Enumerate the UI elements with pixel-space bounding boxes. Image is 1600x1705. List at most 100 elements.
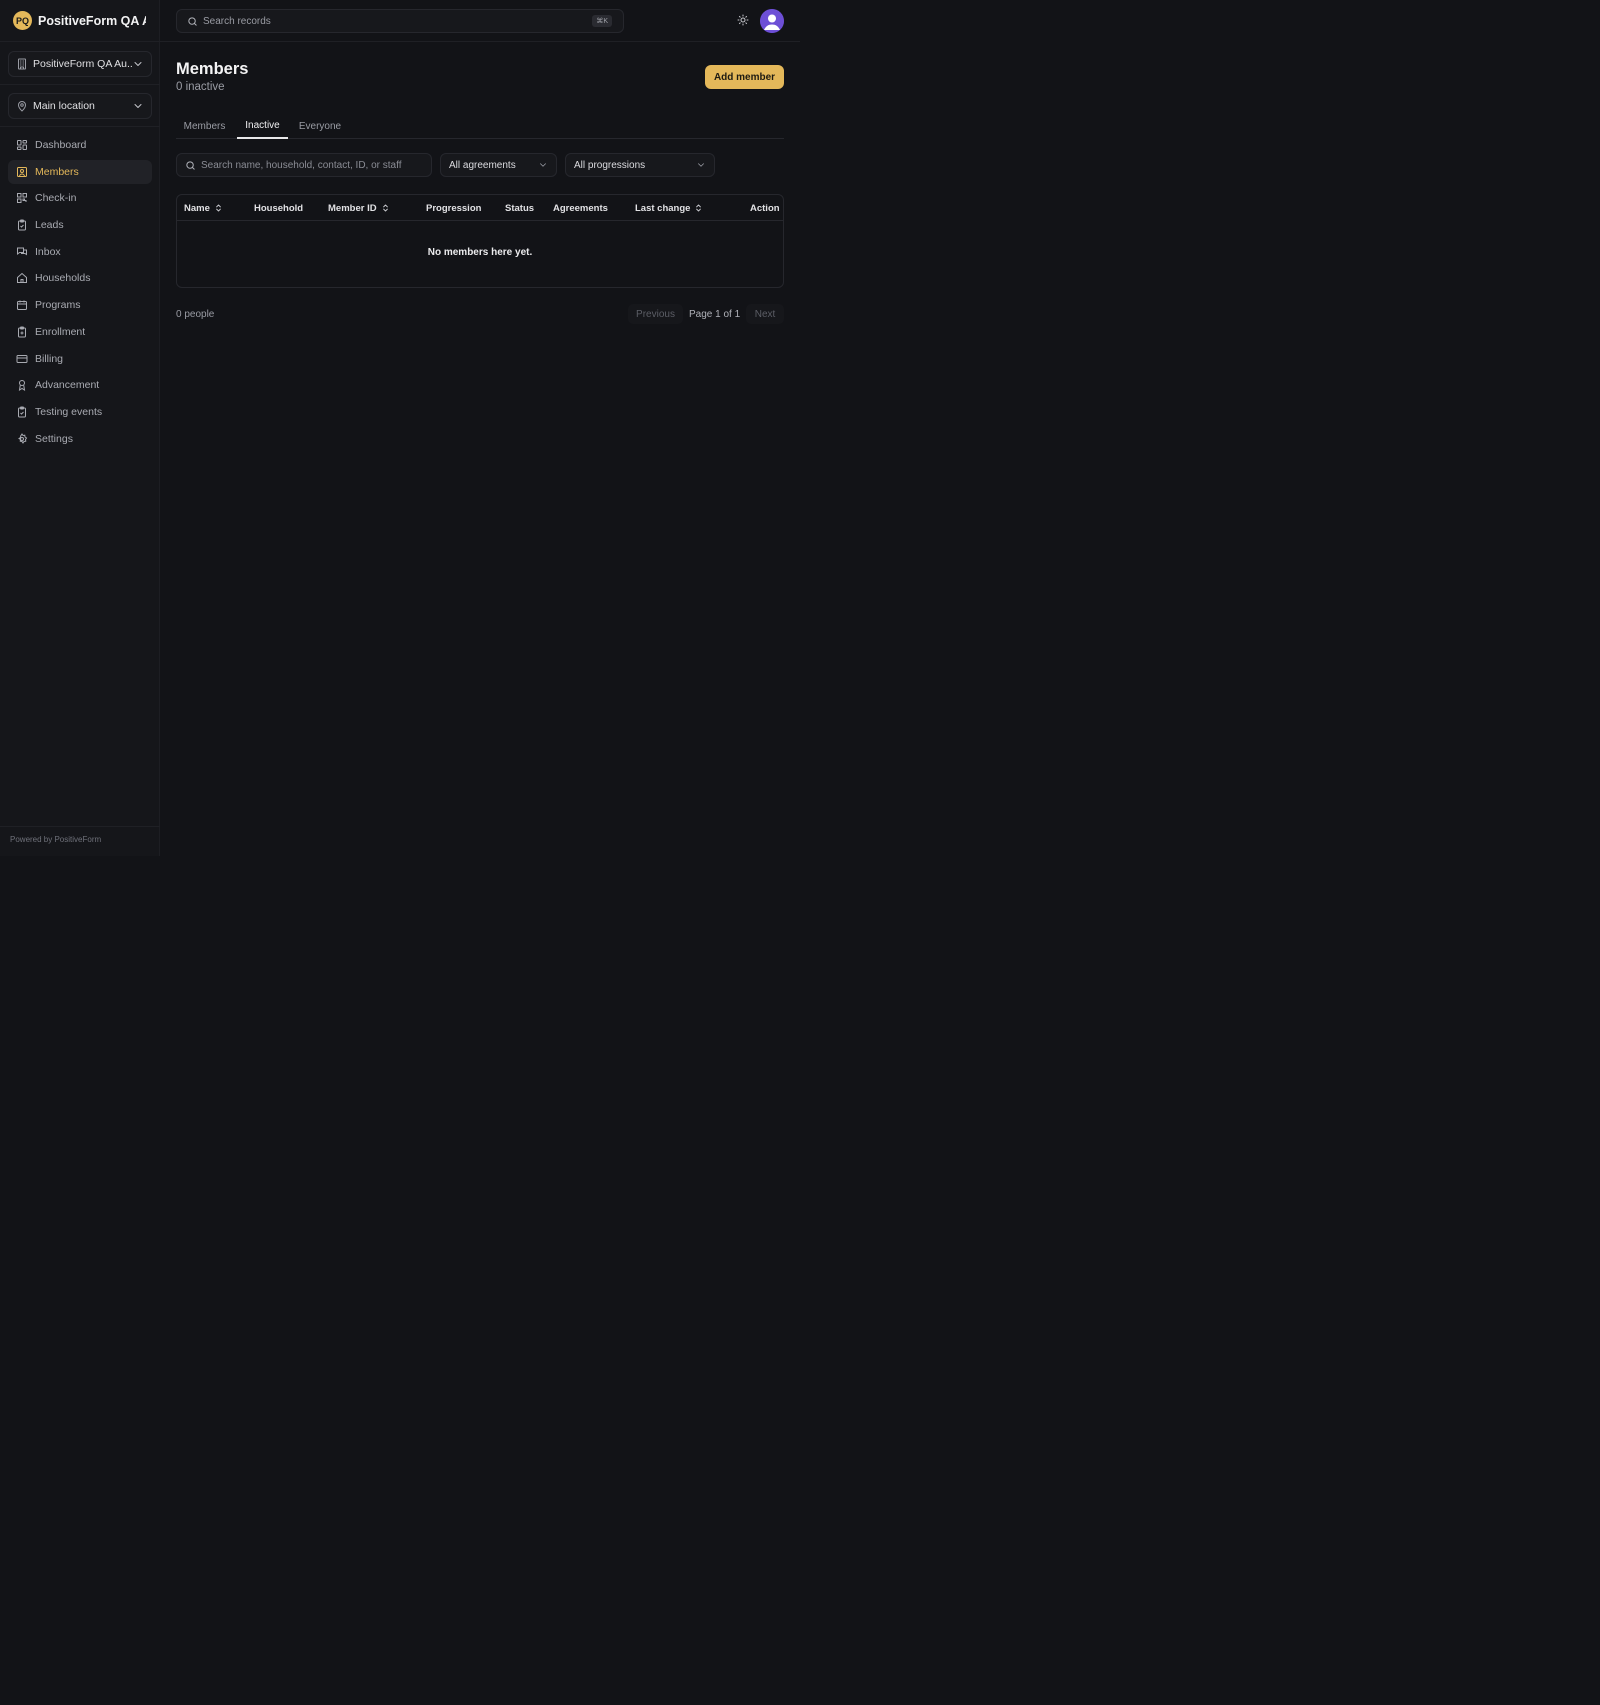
- home-icon: [16, 272, 28, 284]
- user-icon: [760, 9, 784, 33]
- column-label: Name: [184, 202, 210, 214]
- agreements-filter-dropdown[interactable]: All agreements: [440, 153, 557, 177]
- tab-members[interactable]: Members: [176, 114, 233, 139]
- sort-icon[interactable]: [381, 203, 390, 213]
- table-header: Name Household Member ID Progression Sta…: [177, 195, 783, 221]
- sidebar-item-label: Settings: [35, 432, 73, 445]
- map-pin-icon: [16, 100, 28, 112]
- column-header-agreements: Agreements: [553, 195, 608, 221]
- sidebar-item-label: Testing events: [35, 405, 103, 418]
- page-subtitle: 0 inactive: [176, 81, 225, 93]
- app: PQ PositiveForm QA A... PositiveForm QA …: [0, 0, 1600, 1705]
- sidebar-item-members[interactable]: Members: [8, 159, 152, 184]
- sun-icon[interactable]: [737, 14, 749, 26]
- clipboard-icon: [16, 219, 28, 231]
- next-page-button[interactable]: Next: [746, 304, 784, 324]
- sidebar-item-enrollment[interactable]: Enrollment: [8, 320, 152, 344]
- keyboard-shortcut-badge: ⌘K: [592, 15, 612, 27]
- chat-icon: [16, 246, 28, 258]
- global-search-placeholder: Search records: [203, 15, 271, 27]
- qr-code-icon: [16, 192, 28, 204]
- search-icon: [185, 160, 196, 171]
- sidebar-item-label: Advancement: [35, 379, 100, 392]
- sidebar-item-label: Dashboard: [35, 139, 87, 151]
- sort-icon[interactable]: [694, 203, 703, 213]
- sidebar-item-programs[interactable]: Programs: [8, 293, 152, 317]
- sidebar-item-label: Households: [35, 272, 91, 285]
- award-icon: [16, 379, 28, 392]
- chevron-down-icon: [132, 58, 144, 70]
- sidebar-item-settings[interactable]: Settings: [8, 427, 152, 451]
- gear-icon: [16, 432, 28, 445]
- progressions-filter-dropdown[interactable]: All progressions: [565, 153, 715, 177]
- sidebar-item-label: Inbox: [35, 245, 61, 258]
- column-header-member-id[interactable]: Member ID: [328, 195, 390, 221]
- column-header-last-change[interactable]: Last change: [635, 195, 703, 221]
- tab-inactive[interactable]: Inactive: [237, 114, 288, 139]
- sidebar-item-advancement[interactable]: Advancement: [8, 373, 152, 397]
- column-header-name[interactable]: Name: [184, 195, 223, 221]
- column-label: Household: [254, 202, 304, 214]
- page-title: Members: [176, 60, 249, 78]
- agreements-filter-value: All agreements: [449, 159, 516, 171]
- column-header-status: Status: [505, 195, 534, 221]
- sidebar-item-label: Enrollment: [35, 325, 86, 338]
- add-member-button[interactable]: Add member: [705, 65, 784, 89]
- empty-state-message: No members here yet.: [427, 247, 533, 258]
- powered-by: Powered by PositiveForm: [0, 826, 160, 844]
- sidebar-item-testing-events[interactable]: Testing events: [8, 400, 152, 424]
- calendar-icon: [16, 299, 28, 311]
- dashboard-icon: [16, 139, 28, 151]
- column-label: Status: [505, 202, 535, 214]
- location-selector-value: Main location: [33, 100, 95, 112]
- column-label: Last change: [635, 202, 691, 214]
- chevron-down-icon: [538, 160, 548, 170]
- brand[interactable]: PQ PositiveForm QA A...: [0, 0, 160, 42]
- location-selector[interactable]: Main location: [8, 93, 152, 119]
- topbar: Search records ⌘K: [160, 0, 800, 42]
- sidebar-divider: [0, 84, 160, 85]
- column-label: Action: [750, 202, 780, 214]
- clipboard-check-icon: [16, 406, 28, 418]
- brand-name: PositiveForm QA A...: [38, 13, 146, 28]
- sort-icon[interactable]: [214, 203, 223, 213]
- building-icon: [16, 58, 28, 70]
- sidebar-item-leads[interactable]: Leads: [8, 213, 152, 237]
- column-label: Progression: [426, 202, 482, 214]
- search-icon: [187, 16, 198, 27]
- sidebar-item-check-in[interactable]: Check-in: [8, 186, 152, 210]
- chevron-down-icon: [132, 100, 144, 112]
- chevron-down-icon: [696, 160, 706, 170]
- global-search-input[interactable]: Search records ⌘K: [176, 9, 624, 33]
- sidebar-item-billing[interactable]: Billing: [8, 347, 152, 371]
- progressions-filter-value: All progressions: [574, 159, 646, 171]
- tab-bar: Members Inactive Everyone: [176, 114, 784, 139]
- sidebar-item-label: Leads: [35, 219, 64, 232]
- members-icon: [16, 166, 28, 178]
- sidebar-item-label: Check-in: [35, 192, 77, 205]
- column-header-progression: Progression: [426, 195, 481, 221]
- sidebar-nav: Dashboard Members Check-in Leads Inbox H…: [8, 133, 152, 453]
- user-avatar[interactable]: [760, 9, 784, 33]
- sidebar: PQ PositiveForm QA A... PositiveForm QA …: [0, 0, 160, 856]
- column-header-action: Action: [750, 195, 780, 221]
- sidebar-item-label: Members: [35, 165, 79, 178]
- sidebar-divider: [0, 126, 160, 127]
- member-search-input[interactable]: Search name, household, contact, ID, or …: [176, 153, 432, 177]
- organization-selector-value: PositiveForm QA Au...: [33, 58, 132, 70]
- column-header-household: Household: [254, 195, 303, 221]
- previous-page-button[interactable]: Previous: [628, 304, 683, 324]
- column-label: Agreements: [553, 202, 608, 214]
- sidebar-item-households[interactable]: Households: [8, 266, 152, 290]
- clipboard-plus-icon: [16, 326, 28, 338]
- organization-selector[interactable]: PositiveForm QA Au...: [8, 51, 152, 77]
- member-search-placeholder: Search name, household, contact, ID, or …: [201, 159, 402, 171]
- sidebar-item-dashboard[interactable]: Dashboard: [8, 133, 152, 157]
- credit-card-icon: [16, 353, 28, 365]
- people-count: 0 people: [176, 309, 215, 320]
- sidebar-item-inbox[interactable]: Inbox: [8, 240, 152, 264]
- tab-everyone[interactable]: Everyone: [292, 114, 348, 139]
- column-label: Member ID: [328, 202, 377, 214]
- sidebar-item-label: Programs: [35, 299, 81, 312]
- sidebar-item-label: Billing: [35, 352, 64, 365]
